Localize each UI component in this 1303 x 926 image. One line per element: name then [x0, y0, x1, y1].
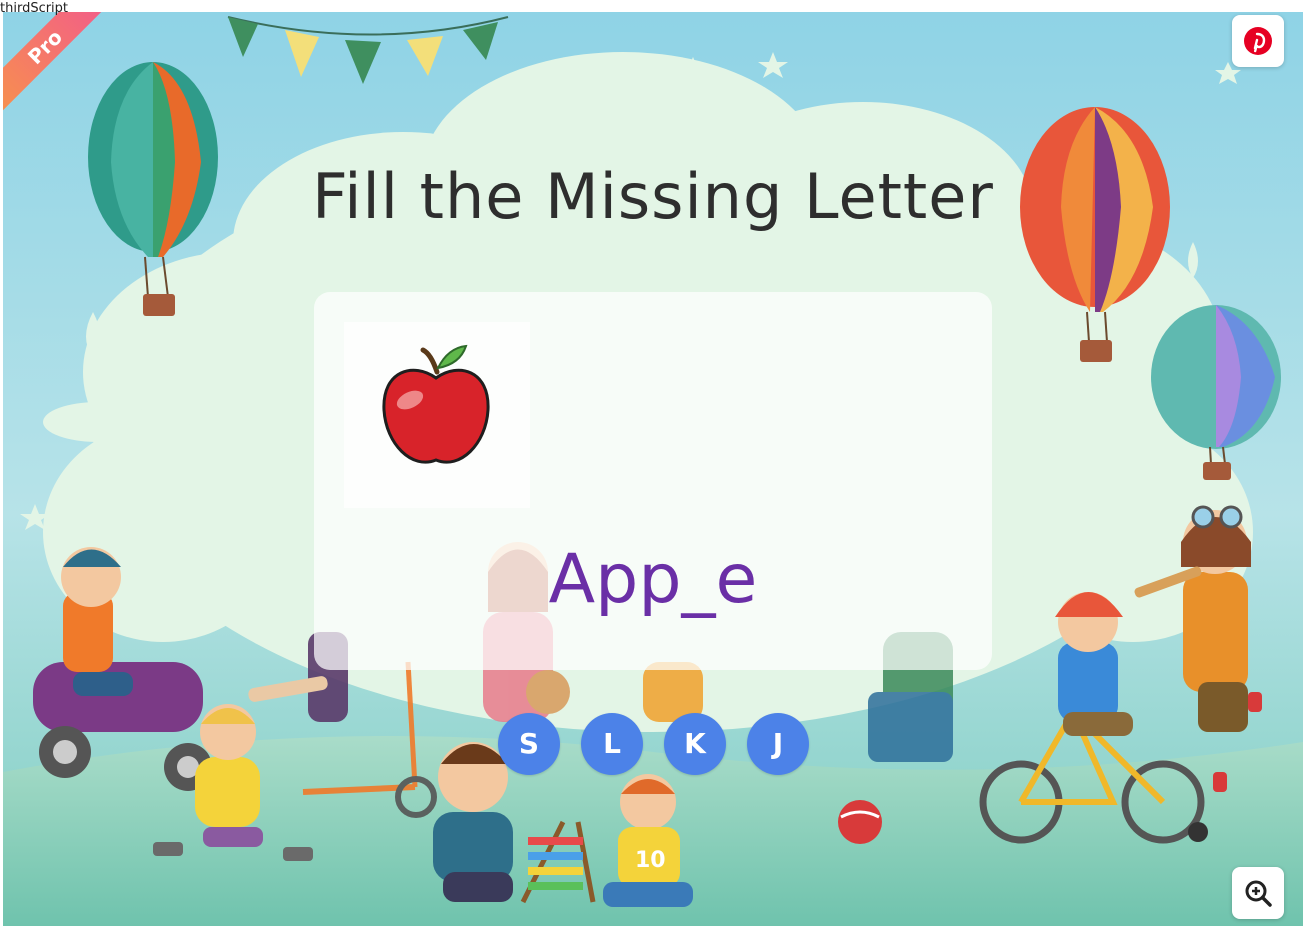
apple-icon — [382, 344, 490, 464]
question-card: App_e — [314, 292, 992, 670]
zoom-in-icon — [1245, 880, 1272, 907]
top-left-caption: thirdScript — [0, 1, 69, 16]
option-button[interactable]: L — [581, 713, 643, 775]
answer-options: S L K J — [498, 713, 809, 775]
game-scene: 10 Pro Fill the Missing Letter App_e S L… — [3, 12, 1303, 926]
option-button[interactable]: K — [664, 713, 726, 775]
svg-text:10: 10 — [635, 848, 666, 873]
option-button[interactable]: S — [498, 713, 560, 775]
pinterest-icon — [1244, 27, 1272, 55]
option-button[interactable]: J — [747, 713, 809, 775]
question-word: App_e — [548, 540, 758, 619]
page-title: Fill the Missing Letter — [312, 160, 994, 233]
pinterest-button[interactable] — [1232, 15, 1284, 67]
question-picture — [344, 322, 530, 508]
zoom-button[interactable] — [1232, 867, 1284, 919]
